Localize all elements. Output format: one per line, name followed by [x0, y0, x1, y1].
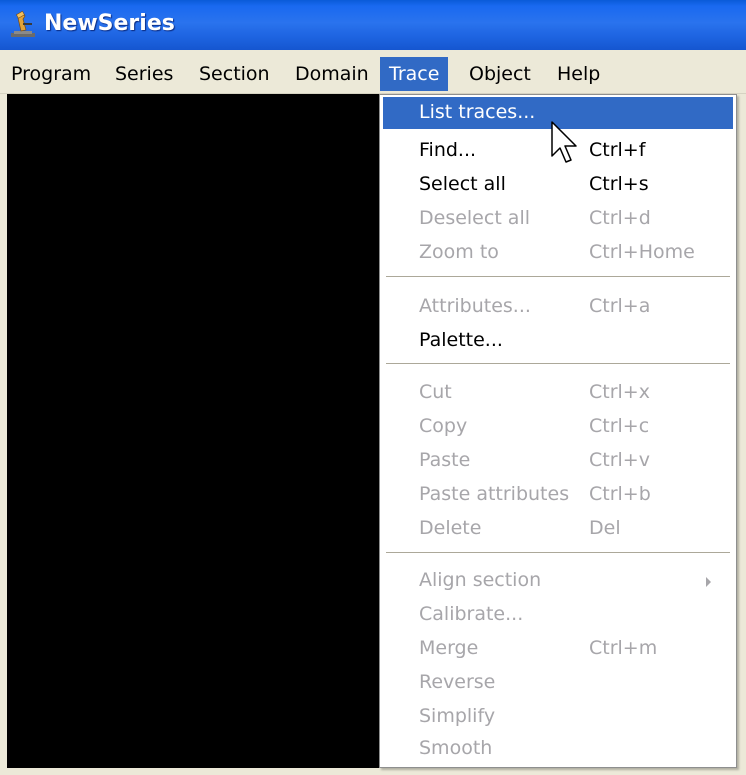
menu-item-label: Paste attributes: [419, 483, 570, 505]
menu-item-shortcut: Ctrl+b: [589, 483, 651, 505]
menu-item-label: Delete: [419, 517, 482, 539]
menu-item-label: Cut: [419, 381, 452, 403]
menu-bar: Program Series Section Domain Trace Obje…: [0, 55, 746, 94]
menu-item-zoom-to: Zoom to Ctrl+Home: [383, 237, 733, 269]
menu-item-label: Attributes...: [419, 295, 531, 317]
menu-separator: [386, 363, 730, 365]
menu-item-paste-attributes: Paste attributes Ctrl+b: [383, 479, 733, 511]
menu-item-shortcut: Ctrl+x: [589, 381, 650, 403]
menu-item-label: Align section: [419, 569, 542, 591]
menu-item-copy: Copy Ctrl+c: [383, 411, 733, 443]
menu-item-cut: Cut Ctrl+x: [383, 377, 733, 409]
menu-item-palette[interactable]: Palette...: [383, 325, 733, 357]
menu-item-label: List traces...: [419, 101, 536, 123]
menu-object[interactable]: Object: [460, 57, 540, 91]
menu-item-smooth: Smooth: [383, 733, 733, 765]
menu-series[interactable]: Series: [106, 57, 182, 91]
menu-item-shortcut: Ctrl+m: [589, 637, 658, 659]
menu-item-label: Palette...: [419, 329, 503, 351]
menu-item-label: Calibrate...: [419, 603, 524, 625]
menu-item-paste: Paste Ctrl+v: [383, 445, 733, 477]
menu-domain[interactable]: Domain: [286, 57, 378, 91]
menu-item-shortcut: Ctrl+v: [589, 449, 650, 471]
window-title: NewSeries: [44, 11, 175, 36]
app-window: NewSeries Program Series Section Domain …: [0, 0, 746, 775]
menu-item-attributes: Attributes... Ctrl+a: [383, 291, 733, 323]
menu-item-label: Paste: [419, 449, 471, 471]
menu-item-label: Reverse: [419, 671, 496, 693]
menu-trace[interactable]: Trace: [380, 57, 449, 91]
menu-separator: [386, 276, 730, 278]
menu-item-deselect-all: Deselect all Ctrl+d: [383, 203, 733, 235]
menu-item-reverse: Reverse: [383, 667, 733, 699]
menu-item-label: Find...: [419, 139, 477, 161]
menu-item-shortcut: Ctrl+c: [589, 415, 650, 437]
menu-item-shortcut: Ctrl+d: [589, 207, 651, 229]
section-canvas[interactable]: [7, 94, 386, 768]
title-bar[interactable]: NewSeries: [0, 0, 746, 50]
menu-item-shortcut: Ctrl+a: [589, 295, 651, 317]
menu-item-simplify: Simplify: [383, 701, 733, 733]
menu-item-calibrate: Calibrate...: [383, 599, 733, 631]
menu-item-label: Simplify: [419, 705, 496, 727]
menu-item-label: Copy: [419, 415, 468, 437]
submenu-arrow-icon: [706, 577, 711, 587]
menu-item-shortcut: Ctrl+f: [589, 139, 646, 161]
menu-item-delete: Delete Del: [383, 513, 733, 545]
menu-item-label: Smooth: [419, 737, 493, 759]
menu-item-shortcut: Ctrl+s: [589, 173, 649, 195]
menu-item-label: Zoom to: [419, 241, 499, 263]
microscope-app-icon: [11, 10, 35, 37]
menu-item-label: Deselect all: [419, 207, 531, 229]
trace-dropdown-menu: List traces... Find... Ctrl+f Select all…: [379, 94, 737, 768]
menu-item-shortcut: Ctrl+Home: [589, 241, 695, 263]
menu-item-shortcut: Del: [589, 517, 621, 539]
menu-item-align-section: Align section: [383, 565, 733, 597]
menu-program[interactable]: Program: [2, 57, 100, 91]
mouse-pointer-icon: [551, 121, 577, 163]
menu-separator: [386, 552, 730, 554]
menu-help[interactable]: Help: [548, 57, 609, 91]
menu-item-merge: Merge Ctrl+m: [383, 633, 733, 665]
menu-item-label: Merge: [419, 637, 479, 659]
menu-section[interactable]: Section: [190, 57, 279, 91]
menu-item-label: Select all: [419, 173, 506, 195]
